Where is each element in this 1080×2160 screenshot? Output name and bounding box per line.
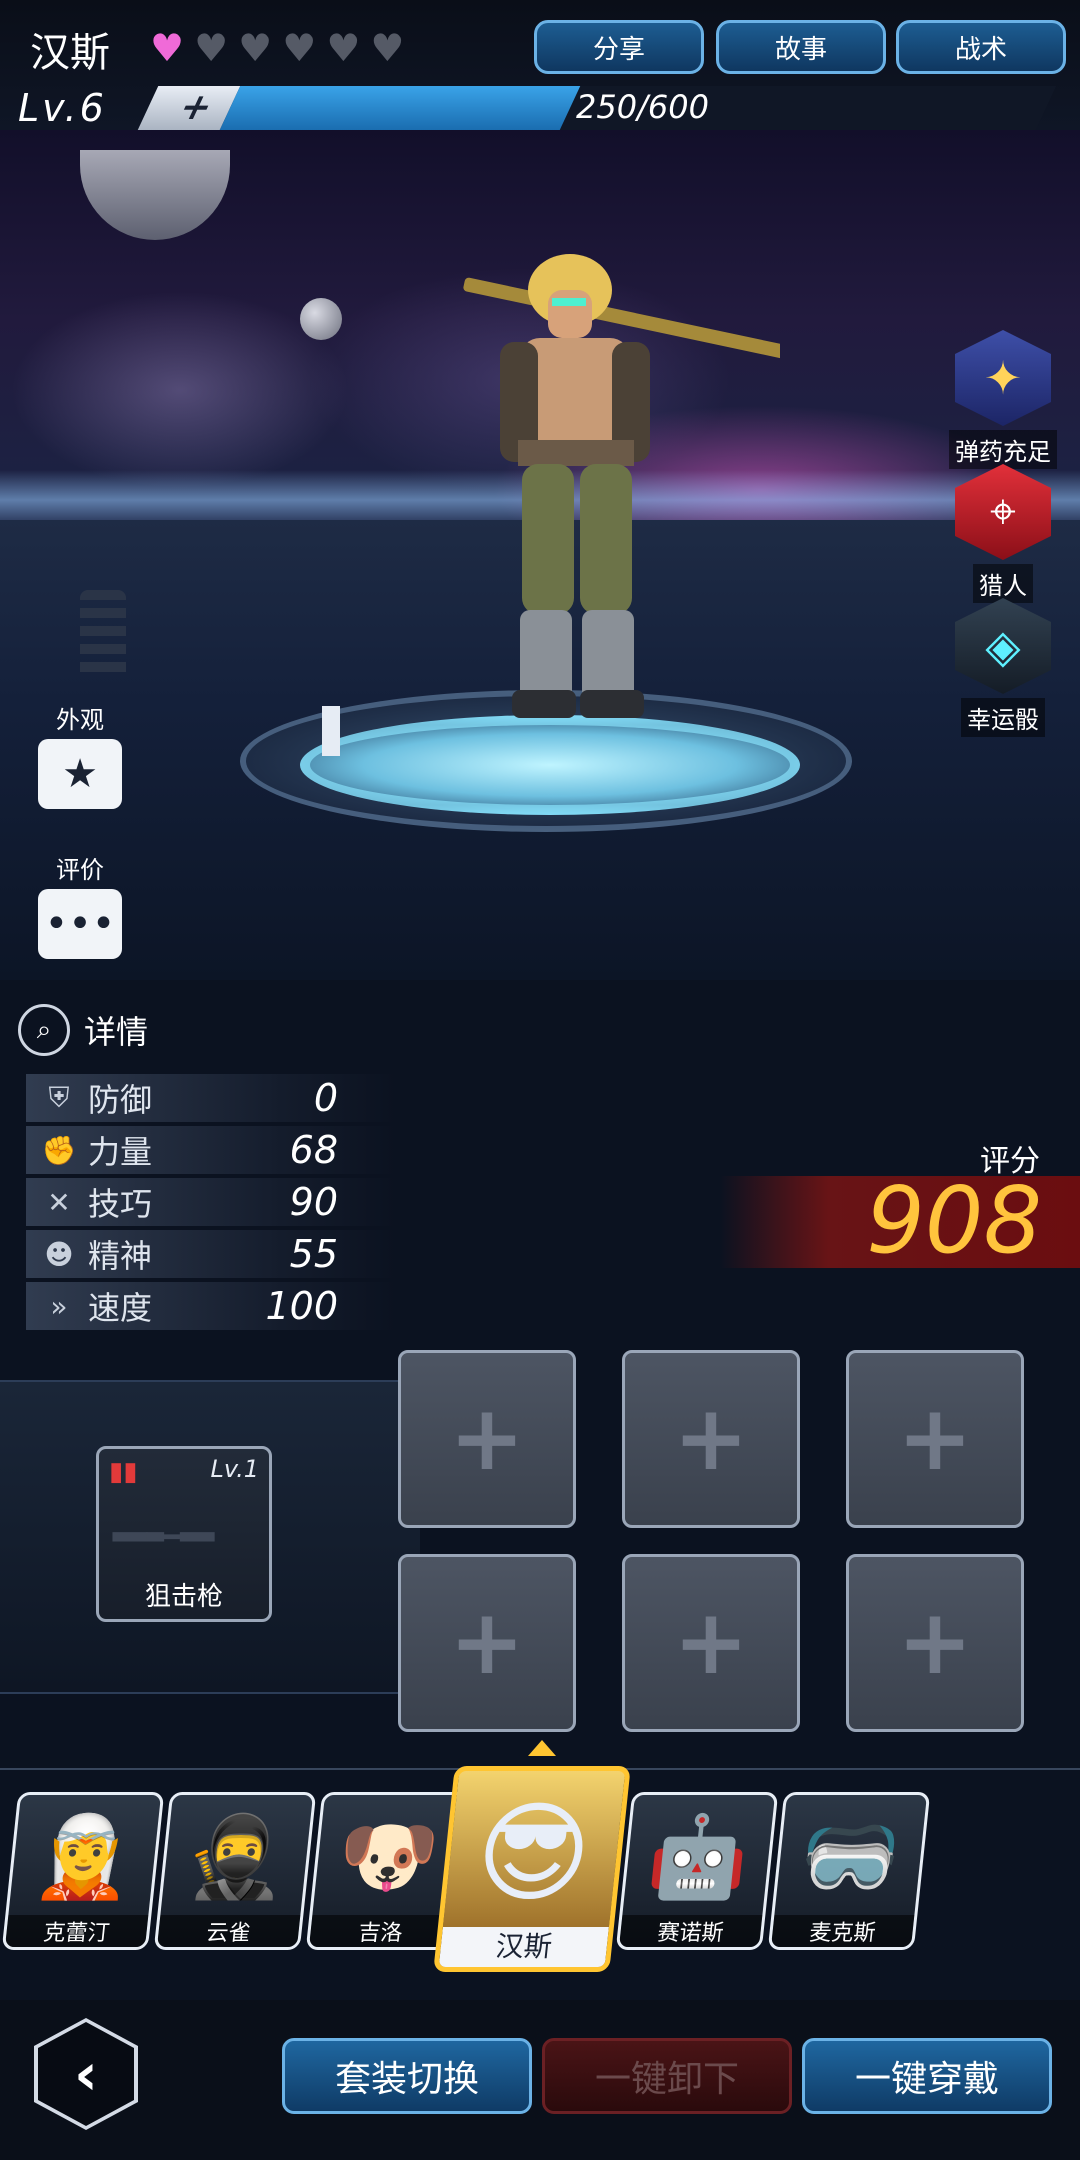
- roster-character-maikesi[interactable]: 🥽 麦克斯: [767, 1792, 931, 1950]
- portrait-face: 🥷: [181, 1810, 292, 1903]
- details-label: 详情: [84, 1013, 149, 1051]
- stat-row-strength: ✊ 力量 68: [26, 1126, 396, 1174]
- xp-text: 250/600: [576, 88, 709, 126]
- character-name: 汉斯: [30, 30, 110, 76]
- level-label: Lv.6: [18, 86, 107, 130]
- equip-all-button[interactable]: 一键穿戴: [802, 2038, 1052, 2114]
- equip-slot-armor[interactable]: +: [846, 1350, 1024, 1528]
- unequip-all-button[interactable]: 一键卸下: [542, 2038, 792, 2114]
- plus-icon: +: [673, 1386, 749, 1491]
- stat-value: 55: [289, 1232, 338, 1276]
- search-icon: ⌕: [18, 1004, 70, 1056]
- skill-lucky-dice-button[interactable]: ◈ 幸运骰: [938, 598, 1068, 737]
- plus-icon: +: [449, 1590, 525, 1695]
- equip-slot-belt[interactable]: +: [846, 1554, 1024, 1732]
- skill-label: 幸运骰: [961, 698, 1045, 737]
- affection-hearts: ♥ ♥ ♥ ♥ ♥ ♥: [150, 26, 404, 70]
- plus-icon: +: [449, 1386, 525, 1491]
- stat-name: 技巧: [88, 1185, 153, 1223]
- appearance-label: 外观: [56, 706, 104, 734]
- chat-icon: •••: [38, 889, 122, 959]
- heart-icon: ♥: [238, 26, 273, 70]
- stat-row-skill: ✕ 技巧 90: [26, 1178, 396, 1226]
- portrait-name: 吉洛: [309, 1915, 453, 1947]
- score-value: 908: [866, 1167, 1042, 1274]
- equip-slot-boots[interactable]: +: [622, 1554, 800, 1732]
- portrait-face: 🥽: [795, 1810, 906, 1903]
- portrait-name: 赛诺斯: [619, 1915, 763, 1947]
- skill-ammo-button[interactable]: ✦ 弹药充足: [938, 330, 1068, 469]
- roster-character-kleitin[interactable]: 🧝 克蕾汀: [1, 1792, 165, 1950]
- weapon-level: Lv.1: [210, 1455, 259, 1483]
- speed-icon: »: [50, 1289, 68, 1323]
- portrait-face: 🧝: [29, 1810, 140, 1903]
- roster-character-hans[interactable]: 😎 汉斯: [433, 1766, 631, 1972]
- appearance-button[interactable]: 外观 ★: [30, 700, 130, 809]
- mind-icon: ☻: [44, 1237, 74, 1271]
- character-hans[interactable]: [420, 250, 780, 750]
- moon-small: [300, 298, 342, 340]
- stat-name: 力量: [88, 1133, 153, 1171]
- stat-row-defense: ⛨ 防御 0: [26, 1074, 396, 1122]
- equip-slot-helmet[interactable]: +: [398, 1350, 576, 1528]
- details-button[interactable]: ⌕ 详情: [18, 1004, 148, 1056]
- weapon-card-sniper[interactable]: ▮▮ Lv.1 ━╾━ 狙击枪: [96, 1446, 272, 1622]
- skill-hunter-button[interactable]: ⌖ 猎人: [938, 464, 1068, 603]
- switch-outfit-button[interactable]: 套装切换: [282, 2038, 532, 2114]
- ammo-icon: ▮▮: [109, 1457, 138, 1487]
- roster-character-sainuosi[interactable]: 🤖 赛诺斯: [615, 1792, 779, 1950]
- fist-icon: ✊: [41, 1133, 77, 1167]
- selected-indicator-icon: [528, 1740, 556, 1756]
- portrait-name: 云雀: [157, 1915, 301, 1947]
- sniper-rifle-icon: ━╾━: [113, 1505, 215, 1570]
- heart-icon: ♥: [282, 26, 317, 70]
- portrait-name: 麦克斯: [771, 1915, 915, 1947]
- portrait-face: 😎: [469, 1789, 598, 1917]
- portrait-face: 🤖: [643, 1810, 754, 1903]
- tools-icon: ✕: [47, 1185, 71, 1219]
- stat-value: 0: [313, 1076, 338, 1120]
- review-label: 评价: [56, 856, 104, 884]
- plus-icon: +: [897, 1590, 973, 1695]
- stat-row-spirit: ☻ 精神 55: [26, 1230, 396, 1278]
- stat-value: 68: [289, 1128, 338, 1172]
- heart-icon: ♥: [370, 26, 405, 70]
- shirt-icon: ★: [38, 739, 122, 809]
- portrait-name: 克蕾汀: [5, 1915, 149, 1947]
- heart-icon: ♥: [194, 26, 229, 70]
- plus-icon: +: [897, 1386, 973, 1491]
- stat-name: 速度: [88, 1289, 153, 1327]
- heart-icon: ♥: [326, 26, 361, 70]
- share-button[interactable]: 分享: [534, 20, 704, 74]
- review-button[interactable]: 评价 •••: [30, 850, 130, 959]
- plus-icon: +: [673, 1590, 749, 1695]
- stat-name: 防御: [88, 1081, 153, 1119]
- stat-value: 100: [265, 1284, 338, 1328]
- shield-icon: ⛨: [48, 1081, 70, 1114]
- stat-name: 精神: [88, 1237, 153, 1275]
- crosshair-icon: ⌖: [955, 464, 1051, 560]
- decorative-stripes: [80, 590, 126, 680]
- equip-slot-accessory[interactable]: +: [398, 1554, 576, 1732]
- stat-row-speed: » 速度 100: [26, 1282, 396, 1330]
- dice-icon: ◈: [955, 598, 1051, 694]
- weapon-name: 狙击枪: [144, 1582, 223, 1612]
- ammo-icon: ✦: [955, 330, 1051, 426]
- equip-slot-gloves[interactable]: +: [622, 1350, 800, 1528]
- roster-character-yunque[interactable]: 🥷 云雀: [153, 1792, 317, 1950]
- rotate-slider-handle[interactable]: [322, 706, 340, 756]
- stat-value: 90: [289, 1180, 338, 1224]
- story-button[interactable]: 故事: [716, 20, 886, 74]
- xp-bar-fill: [219, 86, 581, 130]
- tactics-button[interactable]: 战术: [896, 20, 1066, 74]
- heart-icon: ♥: [150, 26, 185, 70]
- portrait-name: 汉斯: [438, 1927, 609, 1967]
